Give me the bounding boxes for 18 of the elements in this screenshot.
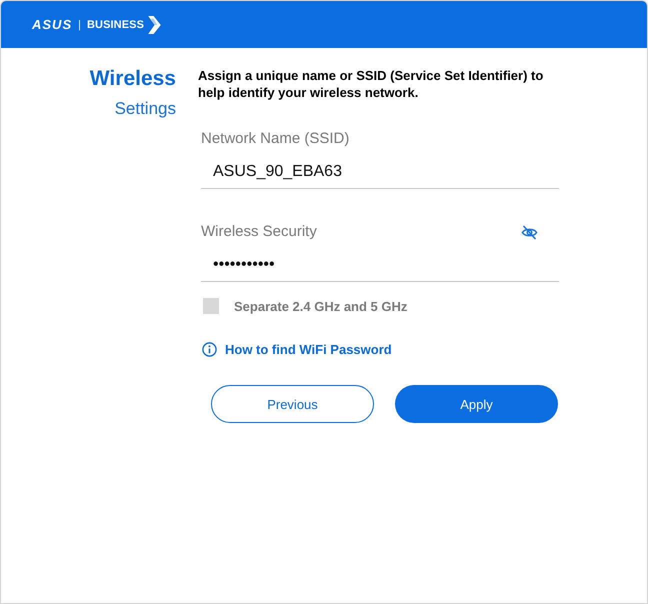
ssid-field[interactable]: ASUS_90_EBA63 (201, 156, 559, 189)
brand-logo: ASUS (32, 17, 72, 32)
previous-button[interactable]: Previous (211, 385, 374, 423)
checkbox-label: Separate 2.4 GHz and 5 GHz (234, 298, 408, 314)
checkbox[interactable] (203, 298, 219, 314)
help-link[interactable]: How to find WiFi Password (225, 342, 392, 356)
chevron-icon (148, 16, 162, 34)
password-field[interactable]: ••••••••••• (201, 249, 559, 282)
page-heading: Wireless (88, 67, 176, 91)
page-subheading: Settings (114, 99, 176, 119)
product-line-label: BUSINESS (86, 18, 144, 30)
info-icon (202, 342, 217, 356)
field-label: Network Name (SSID) (201, 129, 350, 149)
apply-button[interactable]: Apply (395, 385, 558, 423)
field-label: Wireless Security (201, 222, 317, 242)
eye-slash-icon[interactable] (521, 224, 538, 240)
intro-text: Assign a unique name or SSID (Service Set Identifier) to help identify your wireless network. (198, 67, 544, 101)
brand-separator: | (78, 18, 81, 30)
